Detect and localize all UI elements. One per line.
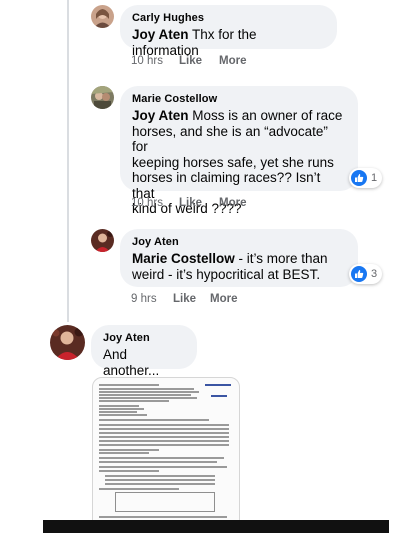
thread-line (67, 0, 69, 322)
doc-line (99, 394, 191, 396)
doc-line (99, 391, 199, 393)
doc-line (99, 436, 229, 438)
doc-line (99, 405, 139, 407)
comment-author[interactable]: Marie Costellow (132, 93, 346, 105)
comment-author[interactable]: Joy Aten (103, 332, 185, 344)
comment-body-line: Moss is an owner of race (188, 108, 343, 123)
doc-line (99, 397, 197, 399)
doc-line (99, 444, 229, 446)
comment-author[interactable]: Joy Aten (132, 236, 346, 248)
doc-line (99, 488, 179, 490)
doc-line (99, 466, 227, 468)
doc-line (99, 452, 149, 454)
more-button[interactable]: More (210, 293, 237, 305)
doc-line (211, 395, 227, 397)
doc-line (99, 461, 217, 463)
reaction-count: 3 (371, 268, 378, 280)
comment-body-line: horses, and she is an “advocate” for (132, 123, 328, 155)
doc-line (99, 411, 137, 413)
comment-actions: 10 hrs Like More (131, 55, 246, 67)
doc-line (99, 408, 144, 410)
comment-time[interactable]: 9 hrs (131, 293, 173, 305)
mention-link[interactable]: Joy Aten (132, 108, 189, 123)
doc-line (99, 470, 159, 472)
comment-actions: 9 hrs Like More (131, 293, 237, 305)
comment-body-line: horses in claiming races?? Isn’t that (132, 170, 321, 201)
attached-document-image[interactable] (92, 377, 240, 527)
doc-line (99, 432, 229, 434)
doc-line (99, 440, 229, 442)
doc-line (99, 424, 229, 426)
system-navigation-bar (43, 520, 389, 533)
reaction-count: 1 (371, 172, 378, 184)
comment-body-line: weird - it’s hypocritical at BEST. (132, 266, 321, 282)
comment-bubble: Carly Hughes Joy Aten Thx for the inform… (120, 5, 337, 58)
comment-body-line: - it’s more than (234, 251, 328, 266)
avatar-carly-hughes[interactable] (91, 5, 114, 28)
mention-link[interactable]: Marie Costellow (132, 251, 235, 266)
comment-bubble: Joy Aten And another... (91, 325, 197, 378)
mention-link[interactable]: Joy Aten (132, 27, 189, 42)
doc-line (99, 384, 159, 386)
doc-line (99, 449, 159, 451)
avatar-joy-aten[interactable] (50, 325, 85, 360)
comment-bubble: Marie Costellow Joy Aten Moss is an owne… (120, 86, 358, 216)
avatar-marie-costellow[interactable] (91, 86, 114, 109)
comment-text: Joy Aten Thx for the information (132, 27, 325, 58)
doc-line (99, 419, 209, 421)
comment-time[interactable]: 10 hrs (131, 197, 179, 209)
avatar-joy-aten[interactable] (91, 229, 114, 252)
comment-text: And another... (103, 347, 160, 378)
thumbs-up-icon (351, 170, 367, 186)
like-button[interactable]: Like (179, 197, 219, 209)
thumbs-up-icon (351, 266, 367, 282)
doc-line (99, 388, 194, 390)
comment-bubble: Joy Aten Marie Costellow - it’s more tha… (120, 229, 358, 287)
reaction-badge[interactable]: 3 (349, 264, 383, 284)
doc-line (99, 414, 147, 416)
doc-line (99, 428, 229, 430)
doc-line (105, 475, 215, 477)
comment-body-line: keeping horses safe, yet she runs (132, 154, 334, 170)
doc-line (99, 400, 169, 402)
doc-line (105, 479, 215, 481)
comment-actions: 10 hrs Like More (131, 197, 246, 209)
comment-time[interactable]: 10 hrs (131, 55, 179, 67)
reaction-badge[interactable]: 1 (349, 168, 383, 188)
like-button[interactable]: Like (179, 55, 219, 67)
comment-text: Marie Costellow - it’s more than weird -… (132, 251, 346, 282)
doc-line (99, 516, 227, 518)
doc-line (205, 384, 231, 386)
more-button[interactable]: More (219, 55, 246, 67)
comment-author[interactable]: Carly Hughes (132, 12, 325, 24)
like-button[interactable]: Like (173, 293, 210, 305)
doc-table (115, 492, 215, 512)
more-button[interactable]: More (219, 197, 246, 209)
doc-line (99, 457, 224, 459)
doc-line (105, 483, 215, 485)
